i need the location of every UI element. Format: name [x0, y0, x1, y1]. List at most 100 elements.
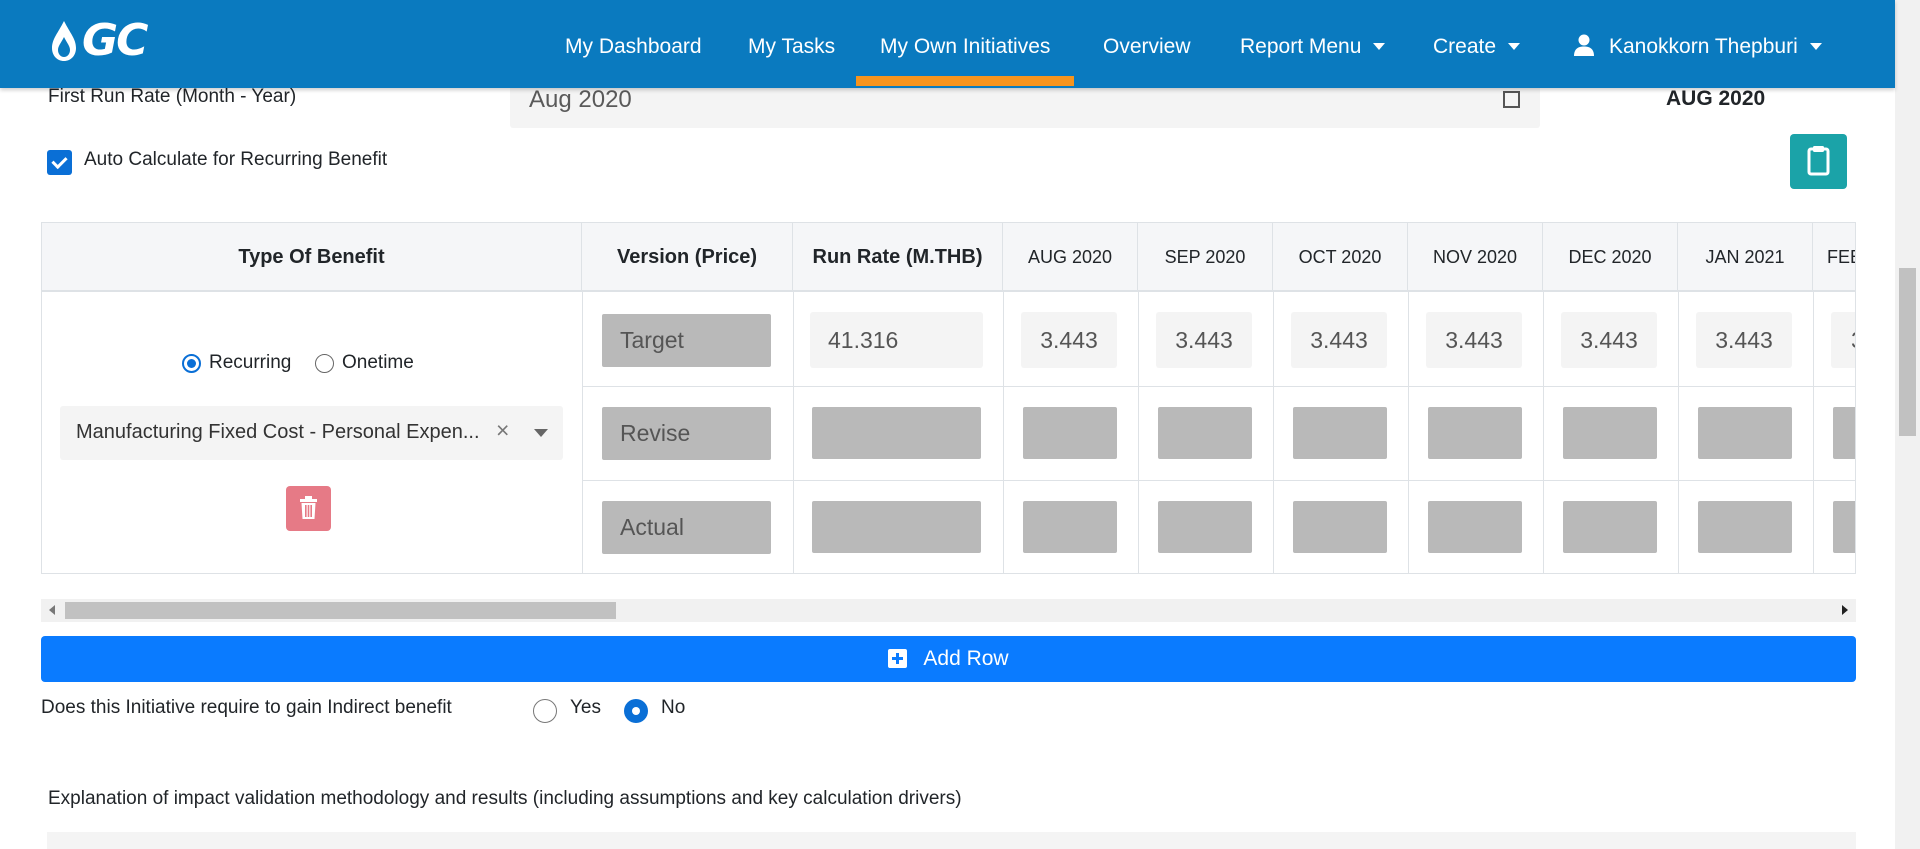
recurring-radio[interactable]	[182, 354, 201, 373]
month-revise-input	[1293, 407, 1387, 459]
auto-calculate-label: Auto Calculate for Recurring Benefit	[84, 149, 388, 170]
month-target-input[interactable]: 3.443	[1426, 312, 1522, 368]
chevron-down-icon	[1373, 43, 1386, 50]
header-month: FEB 2021	[1813, 223, 1855, 292]
month-target-input[interactable]: 3.443	[1156, 312, 1252, 368]
run-rate-actual-input	[812, 501, 981, 553]
onetime-label: Onetime	[342, 352, 414, 373]
delete-row-button[interactable]	[286, 486, 331, 531]
nav-report-menu-label: Report Menu	[1240, 35, 1362, 58]
col-divider	[1543, 292, 1544, 573]
month-revise-input	[1833, 407, 1855, 459]
col-divider	[1138, 292, 1139, 573]
onetime-radio[interactable]	[315, 354, 334, 373]
nav-report-menu[interactable]: Report Menu	[1240, 0, 1386, 88]
run-rate-revise-input	[812, 407, 981, 459]
month-revise-input	[1563, 407, 1657, 459]
nav-overview[interactable]: Overview	[1103, 0, 1191, 88]
top-navbar: GC My Dashboard My Tasks My Own Initiati…	[0, 0, 1895, 88]
month-actual-input	[1833, 501, 1855, 553]
user-name: Kanokkorn Thepburi	[1609, 35, 1798, 58]
scroll-left-arrow-icon[interactable]	[49, 605, 55, 615]
month-actual-input	[1293, 501, 1387, 553]
horizontal-scrollbar-thumb[interactable]	[65, 602, 616, 619]
row-divider	[582, 480, 1855, 481]
indirect-benefit-question: Does this Initiative require to gain Ind…	[41, 697, 452, 718]
month-revise-input	[1428, 407, 1522, 459]
clipboard-icon	[1807, 146, 1830, 176]
add-row-label: Add Row	[923, 647, 1009, 670]
chevron-down-icon	[1809, 43, 1822, 50]
header-version: Version (Price)	[582, 223, 793, 292]
page-scrollbar[interactable]	[1895, 0, 1920, 849]
trash-icon	[300, 496, 317, 519]
chevron-down-icon	[1508, 43, 1521, 50]
month-actual-input	[1698, 501, 1792, 553]
first-run-rate-value: Aug 2020	[529, 86, 632, 113]
explanation-textarea[interactable]	[47, 832, 1856, 849]
month-target-input[interactable]: 3.443	[1561, 312, 1657, 368]
table-horizontal-scrollbar[interactable]	[41, 599, 1856, 622]
month-target-input[interactable]: 3.443	[1291, 312, 1387, 368]
month-target-input[interactable]: 3.443	[1021, 312, 1117, 368]
flame-drop-icon	[52, 21, 76, 61]
benefit-type-value: Manufacturing Fixed Cost - Personal Expe…	[76, 421, 480, 443]
version-revise: Revise	[602, 407, 771, 460]
col-divider	[1273, 292, 1274, 573]
header-month: OCT 2020	[1273, 223, 1408, 292]
month-actual-input	[1158, 501, 1252, 553]
user-menu[interactable]: Kanokkorn Thepburi	[1573, 0, 1822, 88]
nav-create-label: Create	[1433, 35, 1497, 58]
gc-logo[interactable]: GC	[48, 15, 148, 66]
indirect-no-label: No	[661, 697, 686, 718]
header-month: DEC 2020	[1543, 223, 1678, 292]
logo-text: GC	[82, 15, 148, 66]
chevron-down-icon[interactable]	[534, 429, 548, 437]
month-revise-input	[1023, 407, 1117, 459]
scroll-right-arrow-icon[interactable]	[1842, 605, 1848, 615]
header-type-of-benefit: Type Of Benefit	[42, 223, 582, 292]
col-divider	[582, 292, 583, 573]
col-divider	[1003, 292, 1004, 573]
add-row-button[interactable]: Add Row	[41, 636, 1856, 682]
user-icon	[1574, 34, 1594, 56]
month-actual-input	[1563, 501, 1657, 553]
calendar-icon[interactable]	[1503, 91, 1520, 108]
month-revise-input	[1698, 407, 1792, 459]
indirect-no-radio[interactable]	[624, 699, 648, 723]
col-divider	[1678, 292, 1679, 573]
nav-my-own-initiatives[interactable]: My Own Initiatives	[855, 0, 1075, 88]
month-target-input[interactable]: 3.443	[1696, 312, 1792, 368]
explanation-label: Explanation of impact validation methodo…	[48, 788, 962, 809]
version-actual: Actual	[602, 501, 771, 554]
header-month: JAN 2021	[1678, 223, 1813, 292]
clipboard-button[interactable]	[1790, 134, 1847, 189]
nav-my-dashboard[interactable]: My Dashboard	[565, 0, 702, 88]
month-revise-input	[1158, 407, 1252, 459]
benefit-table: Type Of Benefit Version (Price) Run Rate…	[41, 222, 1856, 574]
month-actual-input	[1428, 501, 1522, 553]
first-run-rate-display: AUG 2020	[1666, 87, 1766, 110]
benefit-type-select[interactable]: Manufacturing Fixed Cost - Personal Expe…	[60, 406, 563, 460]
auto-calculate-checkbox[interactable]	[47, 150, 72, 175]
header-run-rate: Run Rate (M.THB)	[793, 223, 1003, 292]
page-scrollbar-thumb[interactable]	[1899, 268, 1916, 436]
row-divider	[582, 386, 1855, 387]
nav-my-own-initiatives-label: My Own Initiatives	[880, 35, 1051, 58]
recurring-label: Recurring	[209, 352, 292, 373]
run-rate-target-input[interactable]: 41.316	[810, 312, 983, 368]
col-divider	[1408, 292, 1409, 573]
first-run-rate-label: First Run Rate (Month - Year)	[48, 86, 297, 107]
month-actual-input	[1023, 501, 1117, 553]
month-target-input[interactable]: 3	[1831, 312, 1855, 368]
nav-my-tasks[interactable]: My Tasks	[748, 0, 835, 88]
header-month: NOV 2020	[1408, 223, 1543, 292]
plus-square-icon	[888, 649, 908, 668]
nav-create[interactable]: Create	[1433, 0, 1521, 88]
clear-icon[interactable]: ×	[496, 417, 509, 444]
indirect-yes-label: Yes	[570, 697, 601, 718]
header-month: SEP 2020	[1138, 223, 1273, 292]
col-divider	[793, 292, 794, 573]
col-divider	[1813, 292, 1814, 573]
indirect-yes-radio[interactable]	[533, 699, 557, 723]
